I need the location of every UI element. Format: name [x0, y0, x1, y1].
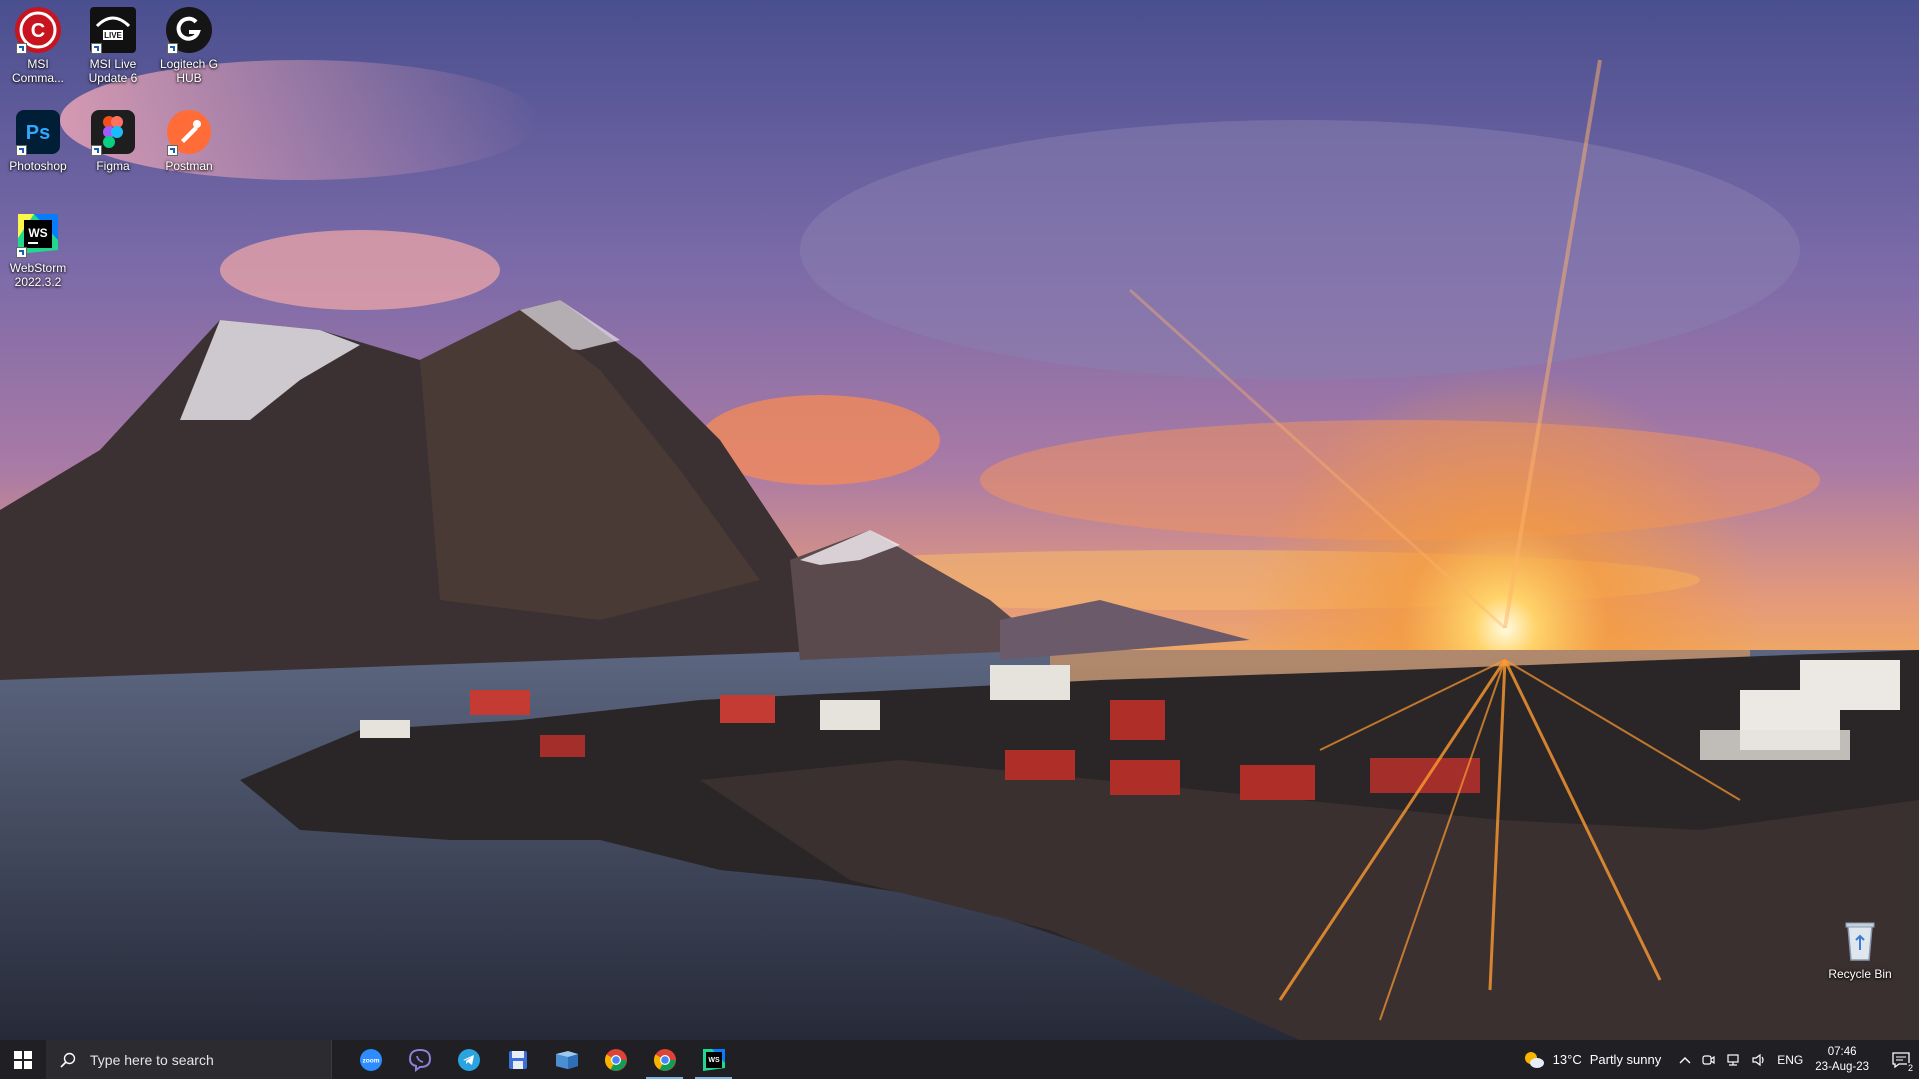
taskbar-search-box[interactable]: Type here to search [46, 1040, 332, 1079]
desktop-icon-postman[interactable]: Postman [151, 108, 227, 173]
weather-widget[interactable]: 13°C Partly sunny [1523, 1050, 1662, 1070]
svg-text:zoom: zoom [362, 1057, 379, 1064]
tray-icons: ENG [1679, 1053, 1803, 1067]
taskbar-app-chrome[interactable] [591, 1040, 640, 1079]
zoom-icon: zoom [359, 1048, 382, 1071]
language-indicator[interactable]: ENG [1777, 1053, 1803, 1067]
taskbar: Type here to search zoom WS 13°C Partly … [0, 1040, 1919, 1079]
floppy-disk-icon [508, 1050, 527, 1069]
file-explorer-icon [555, 1050, 578, 1069]
recycle-bin-icon [1836, 916, 1884, 964]
desktop-icon-label: Postman [165, 159, 213, 173]
volume-icon[interactable] [1751, 1053, 1767, 1067]
chrome-icon [653, 1048, 676, 1071]
desktop-icon-label: Logitech G HUB [159, 57, 219, 85]
taskbar-app-viber[interactable] [395, 1040, 444, 1079]
clock[interactable]: 07:46 23-Aug-23 [1815, 1045, 1869, 1075]
desktop-icon-recycle-bin[interactable]: Recycle Bin [1822, 916, 1898, 981]
notification-center-button[interactable]: 2 [1883, 1040, 1919, 1079]
meet-now-icon[interactable] [1701, 1053, 1715, 1067]
taskbar-pinned-apps: zoom WS [346, 1040, 738, 1079]
network-icon[interactable] [1725, 1053, 1741, 1067]
desktop-icon-photoshop[interactable]: Ps Photoshop [0, 108, 76, 173]
desktop-icon-msi-live-update[interactable]: LIVE MSI Live Update 6 [75, 6, 151, 85]
desktop-icon-label: Recycle Bin [1828, 967, 1892, 981]
msi-live-update-icon: LIVE [89, 6, 137, 54]
chevron-up-icon[interactable] [1679, 1055, 1691, 1065]
webstorm-icon: WS [14, 210, 62, 258]
svg-text:Ps: Ps [26, 122, 50, 144]
viber-icon [408, 1048, 431, 1072]
desktop-icon-webstorm[interactable]: WS WebStorm 2022.3.2 [0, 210, 76, 289]
taskbar-app-file-explorer[interactable] [542, 1040, 591, 1079]
desktop-icon-msi-center[interactable]: C MSI Comma... [0, 6, 76, 85]
desktop[interactable]: C MSI Comma... LIVE MSI Live Update 6 Lo… [0, 0, 1919, 1040]
svg-text:WS: WS [708, 1057, 720, 1064]
desktop-icon-label: MSI Live Update 6 [88, 57, 138, 85]
taskbar-app-telegram[interactable] [444, 1040, 493, 1079]
postman-icon [165, 108, 213, 156]
notification-badge: 2 [1906, 1063, 1914, 1073]
taskbar-app-webstorm[interactable]: WS [689, 1040, 738, 1079]
taskbar-app-save[interactable] [493, 1040, 542, 1079]
taskbar-app-chrome-2[interactable] [640, 1040, 689, 1079]
windows-logo-icon [14, 1050, 32, 1069]
telegram-icon [457, 1048, 480, 1071]
desktop-icon-label: MSI Comma... [11, 57, 64, 85]
svg-text:WS: WS [28, 226, 47, 240]
figma-icon [89, 108, 137, 156]
desktop-icon-label: Figma [96, 159, 130, 173]
search-icon [60, 1052, 76, 1068]
svg-text:LIVE: LIVE [104, 31, 122, 40]
system-tray: 13°C Partly sunny ENG 07:46 23-Aug-23 2 [1523, 1040, 1919, 1079]
taskbar-app-zoom[interactable]: zoom [346, 1040, 395, 1079]
desktop-icon-label: WebStorm 2022.3.2 [9, 261, 67, 289]
search-placeholder: Type here to search [90, 1051, 214, 1068]
svg-text:C: C [31, 20, 45, 42]
weather-temp: 13°C [1552, 1052, 1582, 1067]
start-button[interactable] [0, 1040, 46, 1079]
msi-center-icon: C [14, 6, 62, 54]
desktop-icon-figma[interactable]: Figma [75, 108, 151, 173]
weather-condition: Partly sunny [1589, 1052, 1662, 1067]
partly-sunny-icon [1524, 1051, 1544, 1068]
wallpaper-landscape-sunset [0, 0, 1919, 1040]
webstorm-icon: WS [702, 1048, 725, 1071]
clock-date: 23-Aug-23 [1815, 1060, 1869, 1073]
chrome-icon [604, 1048, 627, 1071]
logitech-g-icon [165, 6, 213, 54]
desktop-icon-label: Photoshop [9, 159, 67, 173]
desktop-icon-logitech-g-hub[interactable]: Logitech G HUB [151, 6, 227, 85]
photoshop-icon: Ps [14, 108, 62, 156]
clock-time: 07:46 [1827, 1045, 1857, 1058]
